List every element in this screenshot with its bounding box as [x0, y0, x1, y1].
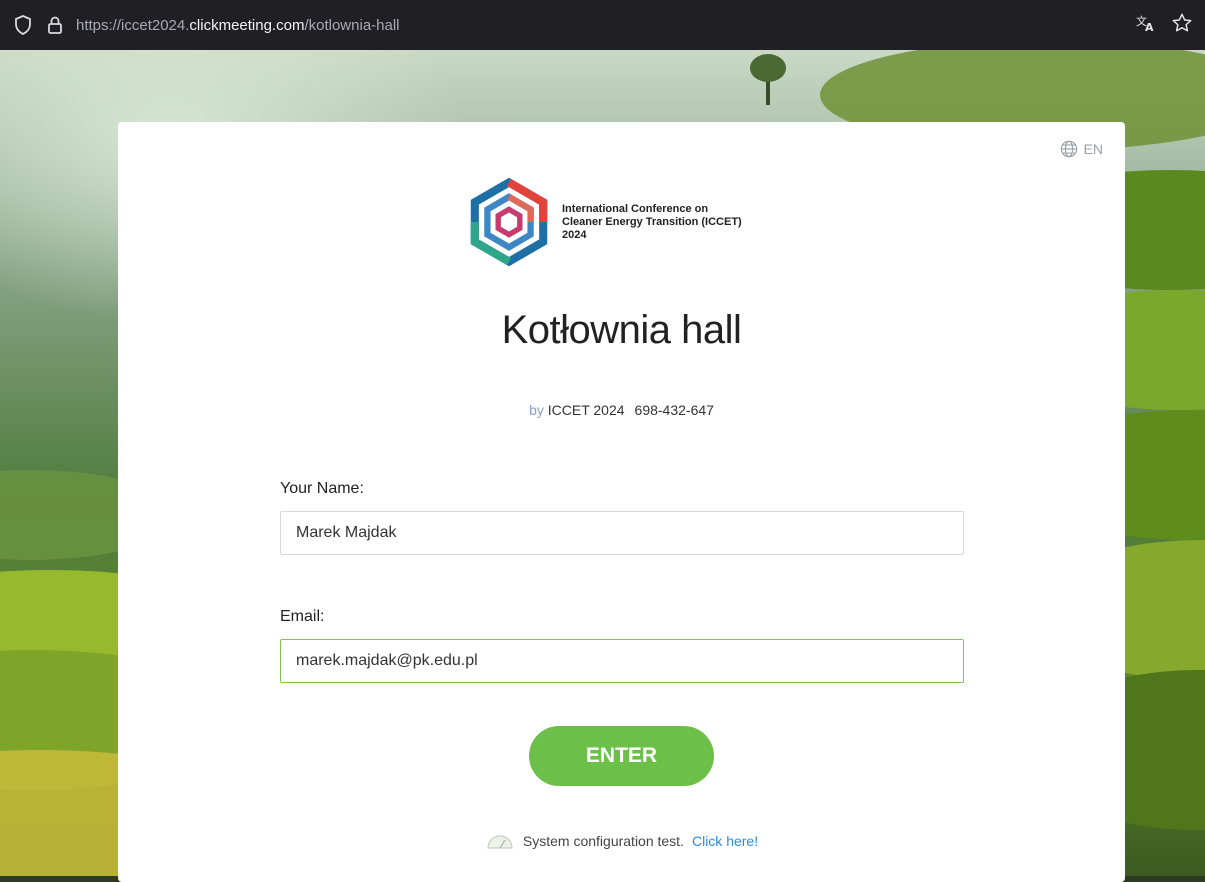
tree: [750, 54, 786, 105]
logo-line: Cleaner Energy Transition (ICCET): [562, 215, 742, 228]
email-label: Email:: [280, 608, 325, 625]
conference-logo: International Conference on Cleaner Ener…: [464, 177, 794, 267]
svg-text:A: A: [1145, 21, 1154, 33]
translate-icon[interactable]: 文 A: [1135, 13, 1157, 37]
enter-button[interactable]: ENTER: [529, 726, 714, 786]
system-test-text: System configuration test.: [522, 833, 684, 849]
logo-line: International Conference on: [562, 202, 709, 215]
page-title: Kotłownia hall: [501, 308, 742, 352]
by-label: by: [529, 402, 544, 418]
language-label: EN: [1083, 141, 1103, 157]
name-label: Your Name:: [280, 480, 364, 497]
bookmark-star-icon[interactable]: [1171, 12, 1193, 38]
email-field[interactable]: [280, 639, 964, 683]
language-selector[interactable]: EN: [1060, 140, 1103, 158]
url-domain: clickmeeting.com: [189, 16, 305, 34]
logo-line: 2024: [562, 228, 587, 241]
logo-text: International Conference on Cleaner Ener…: [562, 203, 742, 242]
join-card: EN International Conference on Cleaner E…: [118, 122, 1125, 882]
system-test: System configuration test. Click here!: [118, 831, 1125, 851]
name-field[interactable]: [280, 511, 964, 555]
lock-icon[interactable]: [44, 14, 66, 36]
speedometer-icon: [487, 835, 513, 849]
url-path: /kotlownia-hall: [304, 16, 400, 34]
hexagon-logo-icon: [470, 177, 548, 267]
address-bar[interactable]: https://iccet2024. clickmeeting.com/kotlo…: [76, 17, 1135, 34]
globe-icon: [1060, 140, 1077, 158]
url-prefix: https://iccet2024.: [76, 16, 190, 34]
event-meta: by ICCET 2024 698-432-647: [118, 402, 1125, 418]
room-id: 698-432-647: [634, 402, 714, 418]
system-test-link[interactable]: Click here!: [692, 833, 758, 849]
organizer-name: ICCET 2024: [547, 402, 625, 418]
shield-icon[interactable]: [12, 14, 34, 36]
browser-toolbar: https://iccet2024. clickmeeting.com/kotlo…: [0, 0, 1205, 50]
